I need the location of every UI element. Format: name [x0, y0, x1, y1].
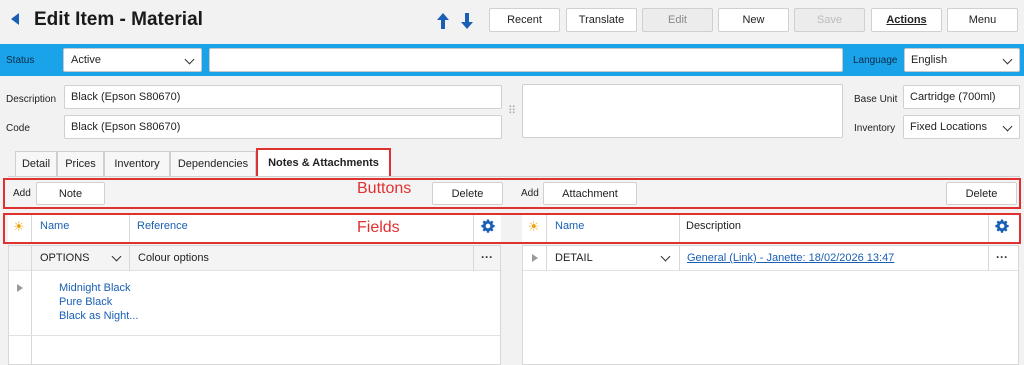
attachments-description-column-header[interactable]: Description — [686, 220, 741, 232]
chevron-down-icon — [184, 54, 195, 65]
language-label: Language — [853, 55, 898, 66]
buttons-row — [3, 178, 1021, 209]
buttons-annotation: Buttons — [357, 180, 412, 197]
option-item[interactable]: Midnight Black — [59, 282, 131, 294]
chevron-down-icon — [1002, 54, 1013, 65]
column-divider — [679, 246, 680, 271]
code-value: Black (Epson S80670) — [71, 121, 181, 133]
status-text-field[interactable] — [209, 48, 843, 72]
status-select[interactable]: Active — [63, 48, 202, 72]
edit-button[interactable]: Edit — [642, 8, 713, 32]
actions-button[interactable]: Actions — [871, 8, 942, 32]
notes-text-area[interactable] — [522, 84, 843, 138]
page-title: Edit Item - Material — [34, 9, 203, 30]
back-arrow-icon[interactable] — [11, 13, 19, 25]
notes-grid-header — [8, 215, 501, 242]
notes-row-name[interactable]: OPTIONS — [40, 252, 90, 264]
column-divider — [129, 215, 130, 242]
base-unit-label: Base Unit — [854, 94, 898, 105]
add-attachment-button[interactable]: Attachment — [543, 182, 637, 205]
inventory-label: Inventory — [854, 123, 896, 134]
sun-icon[interactable]: ☀ — [13, 219, 25, 235]
attachments-row-name[interactable]: DETAIL — [555, 252, 593, 264]
recent-button[interactable]: Recent — [489, 8, 560, 32]
column-divider — [546, 246, 547, 271]
more-dots-icon[interactable]: ··· — [996, 250, 1008, 264]
gear-icon[interactable] — [995, 219, 1009, 233]
column-divider — [129, 246, 130, 271]
notes-add-label: Add — [13, 188, 31, 199]
sun-icon[interactable]: ☀ — [528, 219, 540, 235]
status-value: Active — [71, 54, 101, 66]
add-note-button[interactable]: Note — [36, 182, 105, 205]
code-label: Code — [6, 123, 30, 134]
description-value: Black (Epson S80670) — [71, 91, 181, 103]
column-divider — [988, 246, 989, 271]
fields-annotation: Fields — [357, 219, 400, 236]
base-unit-field[interactable]: Cartridge (700ml) — [903, 85, 1020, 109]
new-button[interactable]: New — [718, 8, 789, 32]
option-item[interactable]: Pure Black — [59, 296, 112, 308]
notes-reference-column-header[interactable]: Reference — [137, 220, 188, 232]
language-value: English — [911, 54, 948, 66]
column-divider — [473, 246, 474, 271]
grip-icon[interactable]: ⠿ — [508, 104, 516, 117]
base-unit-value: Cartridge (700ml) — [910, 91, 996, 103]
attachment-description-link[interactable]: General (Link) - Janette: 18/02/2026 13:… — [687, 252, 894, 264]
translate-button[interactable]: Translate — [566, 8, 637, 32]
menu-button[interactable]: Menu — [947, 8, 1018, 32]
arrow-down-icon[interactable] — [459, 11, 475, 31]
notes-row-reference[interactable]: Colour options — [138, 252, 209, 264]
gear-icon[interactable] — [481, 219, 495, 233]
expand-triangle-icon[interactable] — [17, 284, 23, 292]
description-field[interactable]: Black (Epson S80670) — [64, 85, 502, 109]
column-divider — [546, 215, 547, 242]
code-field[interactable]: Black (Epson S80670) — [64, 115, 502, 139]
notes-name-column-header[interactable]: Name — [40, 220, 69, 232]
column-divider — [31, 246, 32, 365]
column-divider — [473, 215, 474, 242]
tab-inventory[interactable]: Inventory — [104, 151, 170, 176]
tab-detail[interactable]: Detail — [15, 151, 57, 176]
tab-divider — [8, 176, 1020, 177]
tab-dependencies[interactable]: Dependencies — [170, 151, 256, 176]
tab-prices[interactable]: Prices — [57, 151, 104, 176]
column-divider — [988, 215, 989, 242]
inventory-select[interactable]: Fixed Locations — [903, 115, 1020, 139]
save-button[interactable]: Save — [794, 8, 865, 32]
column-divider — [31, 215, 32, 242]
attachments-delete-button[interactable]: Delete — [946, 182, 1017, 205]
column-divider — [679, 215, 680, 242]
notes-delete-button[interactable]: Delete — [432, 182, 503, 205]
expand-triangle-icon[interactable] — [532, 254, 538, 262]
option-item[interactable]: Black as Night... — [59, 310, 138, 322]
arrow-up-icon[interactable] — [435, 11, 451, 31]
inventory-value: Fixed Locations — [910, 121, 988, 133]
attachments-grid-header — [522, 215, 1019, 242]
attachments-name-column-header[interactable]: Name — [555, 220, 584, 232]
status-label: Status — [6, 55, 35, 66]
attachments-add-label: Add — [521, 188, 539, 199]
description-label: Description — [6, 94, 57, 105]
tab-notes-attachments[interactable]: Notes & Attachments — [256, 148, 391, 176]
language-select[interactable]: English — [904, 48, 1020, 72]
row-divider — [9, 335, 500, 336]
more-dots-icon[interactable]: ··· — [481, 250, 493, 264]
chevron-down-icon — [1002, 121, 1013, 132]
